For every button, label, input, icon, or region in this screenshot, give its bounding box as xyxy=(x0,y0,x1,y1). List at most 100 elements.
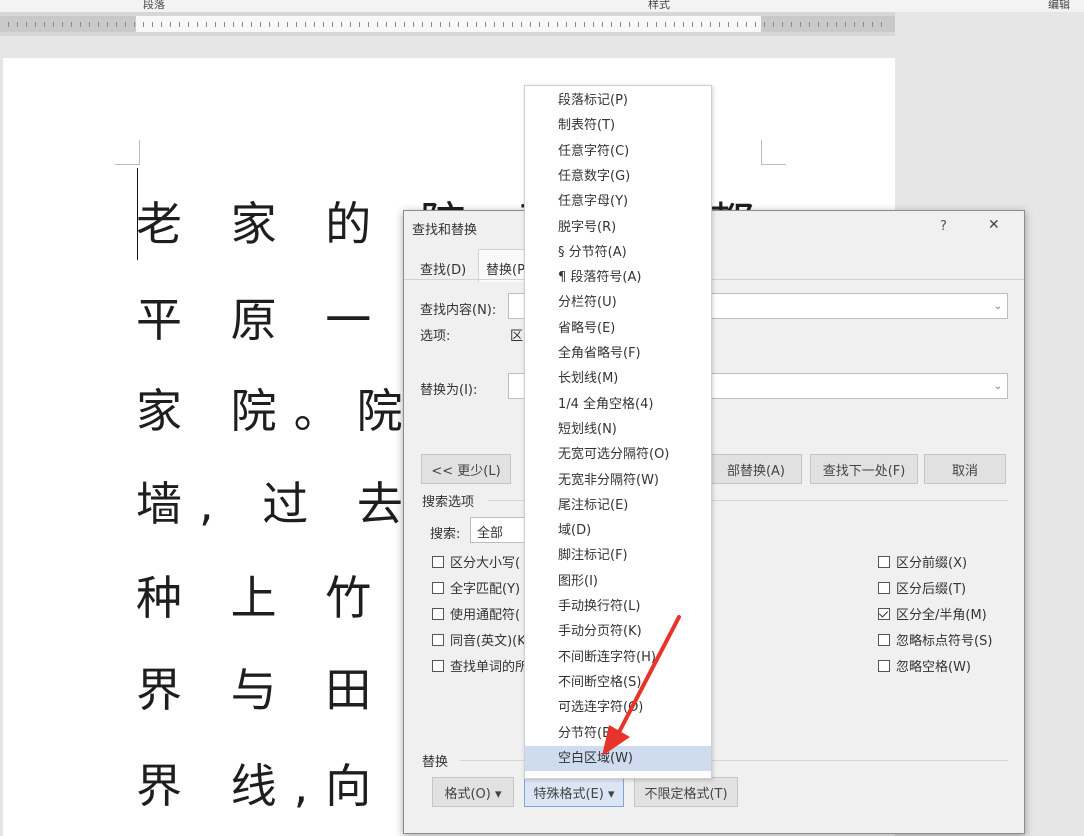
ruler-tick xyxy=(224,22,225,27)
ruler-tick xyxy=(674,22,675,27)
less-button[interactable]: << 更少(L) xyxy=(421,454,511,484)
replace-dropdown-icon[interactable]: ⌄ xyxy=(989,374,1007,398)
ruler-tick xyxy=(404,22,405,27)
checkbox-icon[interactable] xyxy=(878,660,890,672)
special-menu-item[interactable]: 无宽非分隔符(W) xyxy=(525,468,711,493)
ruler-tick xyxy=(782,22,783,27)
ruler-tick xyxy=(107,22,108,27)
ruler-tick xyxy=(8,22,9,27)
ruler-tick xyxy=(755,22,756,27)
special-menu-item[interactable]: 全角省略号(F) xyxy=(525,341,711,366)
special-menu-item[interactable]: 任意字符(C) xyxy=(525,139,711,164)
special-menu-item[interactable]: 任意字母(Y) xyxy=(525,189,711,214)
special-menu-item[interactable]: 长划线(M) xyxy=(525,366,711,391)
option-label: 同音(英文)(K xyxy=(450,634,526,649)
special-menu-item[interactable]: 脱字号(R) xyxy=(525,215,711,240)
special-menu-item[interactable]: 1/4 全角空格(4) xyxy=(525,392,711,417)
ruler-tick xyxy=(593,22,594,27)
replace-all-button[interactable]: 部替换(A) xyxy=(710,454,802,484)
ruler-tick xyxy=(449,22,450,27)
ruler-tick xyxy=(557,22,558,27)
special-menu-item[interactable]: 段落标记(P) xyxy=(525,88,711,113)
checkbox-icon[interactable] xyxy=(432,660,444,672)
ruler-tick xyxy=(575,22,576,27)
find-next-button[interactable]: 查找下一处(F) xyxy=(810,454,918,484)
ruler-tick xyxy=(134,22,135,27)
special-menu-item[interactable]: 分节符(B) xyxy=(525,721,711,746)
checkbox-icon[interactable] xyxy=(878,634,890,646)
format-button[interactable]: 格式(O) ▾ xyxy=(432,777,514,807)
checkbox-icon[interactable] xyxy=(878,608,890,620)
checkbox-icon[interactable] xyxy=(878,556,890,568)
option-row[interactable]: 区分前缀(X) xyxy=(878,552,967,571)
ruler-tick xyxy=(602,22,603,27)
horizontal-ruler[interactable] xyxy=(0,12,895,36)
option-row[interactable]: 区分全/半角(M) xyxy=(878,604,987,623)
option-row[interactable]: 忽略标点符号(S) xyxy=(878,630,992,649)
checkbox-icon[interactable] xyxy=(432,634,444,646)
tabs-divider xyxy=(404,279,1024,280)
find-dropdown-icon[interactable]: ⌄ xyxy=(989,294,1007,318)
special-menu-item[interactable]: 省略号(E) xyxy=(525,316,711,341)
ruler-tick xyxy=(800,22,801,27)
option-row[interactable]: 区分后缀(T) xyxy=(878,578,966,597)
ruler-tick xyxy=(503,22,504,27)
checkbox-icon[interactable] xyxy=(432,582,444,594)
special-menu-item[interactable]: 短划线(N) xyxy=(525,417,711,442)
ruler-tick xyxy=(620,22,621,27)
special-menu-item[interactable]: 无宽可选分隔符(O) xyxy=(525,442,711,467)
tab-find[interactable]: 查找(D) xyxy=(420,259,466,278)
special-menu-item[interactable]: 域(D) xyxy=(525,518,711,543)
special-menu-item[interactable]: 分栏符(U) xyxy=(525,290,711,315)
margin-corner-tl xyxy=(115,140,140,165)
checkbox-icon[interactable] xyxy=(878,582,890,594)
special-menu-item[interactable]: ¶ 段落符号(A) xyxy=(525,265,711,290)
ruler-tick xyxy=(359,22,360,27)
option-label: 区分后缀(T) xyxy=(896,582,967,597)
special-menu-item[interactable]: 手动换行符(L) xyxy=(525,594,711,619)
special-menu-item[interactable]: 手动分页符(K) xyxy=(525,619,711,644)
special-menu-item[interactable]: 不间断连字符(H) xyxy=(525,645,711,670)
no-format-button[interactable]: 不限定格式(T) xyxy=(634,777,738,807)
special-menu-item[interactable]: 脚注标记(F) xyxy=(525,543,711,568)
special-menu-item[interactable]: 可选连字符(O) xyxy=(525,695,711,720)
help-button[interactable]: ? xyxy=(940,219,947,234)
close-icon[interactable]: ✕ xyxy=(988,217,1000,233)
special-menu-item[interactable]: 尾注标记(E) xyxy=(525,493,711,518)
special-menu-item[interactable]: 制表符(T) xyxy=(525,113,711,138)
special-menu-item[interactable]: 任意数字(G) xyxy=(525,164,711,189)
ruler-tick xyxy=(818,22,819,27)
option-row[interactable]: 全字匹配(Y) xyxy=(432,578,520,597)
ribbon-strip: 段落 样式 编辑 xyxy=(0,0,1084,12)
doc-line-4: 墙, 过 去 xyxy=(136,477,420,531)
ruler-tick xyxy=(863,22,864,27)
option-row[interactable]: 使用通配符( xyxy=(432,604,520,623)
checkbox-icon[interactable] xyxy=(432,556,444,568)
ruler-tick xyxy=(386,22,387,27)
option-row[interactable]: 忽略空格(W) xyxy=(878,656,971,675)
ruler-tick xyxy=(548,22,549,27)
search-scope-select[interactable]: 全部 xyxy=(470,517,525,543)
option-row[interactable]: 区分大小写( xyxy=(432,552,520,571)
option-label: 忽略标点符号(S) xyxy=(896,634,993,649)
option-row[interactable]: 查找单词的所 xyxy=(432,656,528,675)
ruler-tick xyxy=(98,22,99,27)
special-format-button[interactable]: 特殊格式(E) ▾ xyxy=(524,777,624,807)
replace-label: 替换为(I): xyxy=(420,383,478,398)
ruler-tick xyxy=(764,22,765,27)
ruler-tick xyxy=(854,22,855,27)
checkbox-icon[interactable] xyxy=(432,608,444,620)
special-menu-item[interactable]: 图形(I) xyxy=(525,569,711,594)
cancel-button[interactable]: 取消 xyxy=(924,454,1006,484)
ruler-tick xyxy=(584,22,585,27)
option-row[interactable]: 同音(英文)(K xyxy=(432,630,526,649)
ruler-tick xyxy=(458,22,459,27)
search-label: 搜索: xyxy=(430,527,461,542)
ruler-tick xyxy=(773,22,774,27)
replace-section-header: 替换 xyxy=(422,755,449,770)
option-label: 忽略空格(W) xyxy=(896,660,971,675)
ruler-tick xyxy=(431,22,432,27)
special-menu-item[interactable]: 空白区域(W) xyxy=(525,745,711,771)
special-menu-item[interactable]: 不间断空格(S) xyxy=(525,670,711,695)
special-menu-item[interactable]: § 分节符(A) xyxy=(525,240,711,265)
